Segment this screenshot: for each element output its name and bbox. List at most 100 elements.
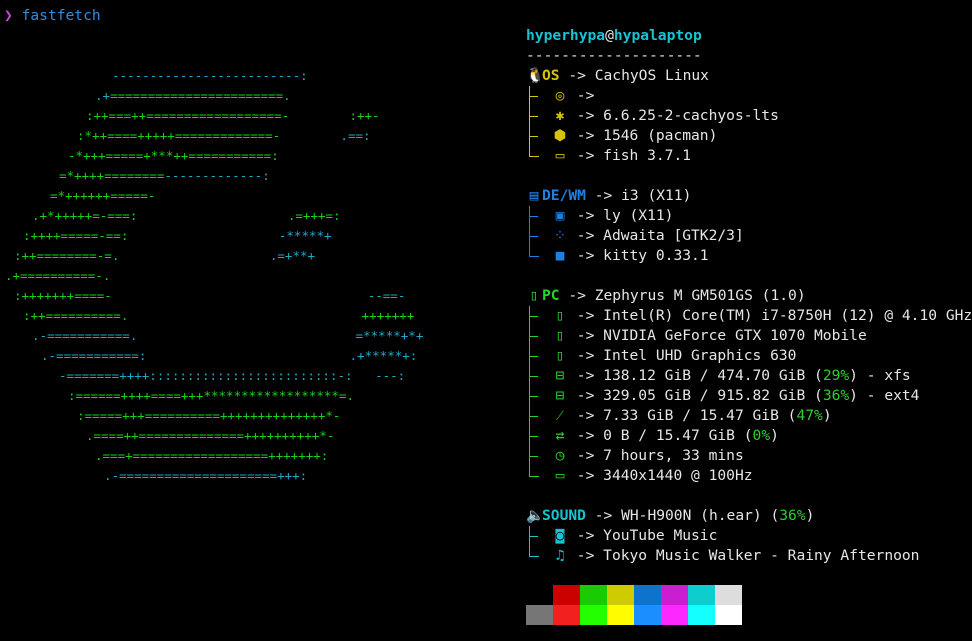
display-monitor-icon: ▭	[555, 467, 565, 484]
logo-fragment: =*++++========	[59, 168, 165, 183]
gpu-integrated-icon: ▯	[555, 347, 565, 364]
sound-item: ◙ -> YouTube Music	[526, 526, 972, 546]
package-box-icon: ⬢	[553, 127, 567, 144]
terminal-shell-icon: ▭	[555, 147, 565, 164]
logo-fragment: .=+++=:	[287, 208, 341, 223]
logo-row: -------------------------:	[112, 66, 308, 86]
pc-item: ⁄ -> 7.33 GiB / 15.47 GiB (47%)	[526, 406, 972, 426]
pc-item: ▯ -> Intel UHD Graphics 630	[526, 346, 972, 366]
login-manager-icon: ▣	[555, 207, 565, 224]
swap-icon: ⇄	[555, 427, 565, 444]
de-label: DE/WM	[542, 187, 586, 204]
logo-fragment	[128, 228, 279, 243]
logo-fragment	[137, 208, 288, 223]
logo-fragment: :+++++++====-	[14, 288, 112, 303]
logo-row: -*+++=====+***++===========:	[68, 146, 279, 166]
logo-row: .-=====================+++:	[104, 466, 307, 486]
logo-fragment: =======================	[110, 88, 284, 103]
logo-row: .====++==============++++++++++*-	[86, 426, 334, 446]
cachyos-logo-icon: ◎	[555, 87, 565, 104]
os-item: ◎ ->	[526, 86, 972, 106]
palette-row-bright	[526, 605, 742, 625]
os-label: OS	[542, 67, 560, 84]
sound-item-value: -> Tokyo Music Walker - Rainy Afternoon	[576, 547, 920, 564]
disk-2-icon: ⊟	[555, 387, 565, 404]
sound-percent: 36%	[779, 507, 806, 524]
logo-fragment: :=====+++==========++++++++++++++*-	[77, 408, 341, 423]
pc-header: ▯ PC -> Zephyrus M GM501GS (1.0)	[526, 286, 972, 306]
sound-header: 🔈SOUND -> WH-H900N (h.ear) (36%)	[526, 506, 972, 526]
logo-fragment	[146, 348, 349, 363]
logo-fragment: .-===========.	[32, 328, 138, 343]
pc-item: ▭ -> 3440x1440 @ 100Hz	[526, 466, 972, 486]
de-header: ▤ DE/WM -> i3 (X11)	[526, 186, 972, 206]
logo-row: -=======++++:::::::::::::::::::::::::-: …	[59, 366, 405, 386]
pc-item-value: -> Intel(R) Core(TM) i7-8750H (12) @ 4.1…	[576, 307, 972, 324]
logo-row: =*++++========-------------:	[59, 166, 270, 186]
sound-value: -> WH-H900N (h.ear) (	[594, 507, 780, 524]
de-item: ⁘ -> Adwaita [GTK2/3]	[526, 226, 972, 246]
user-host: hyperhypa@hypalaptop	[526, 26, 972, 46]
palette-swatch	[526, 585, 553, 605]
palette-swatch	[580, 605, 607, 625]
logo-fragment	[128, 308, 361, 323]
palette-swatch	[661, 585, 688, 605]
logo-row: .===+==================+++++++:	[95, 446, 328, 466]
pc-item-percent: 29%	[822, 367, 850, 384]
terminal-app-icon: ■	[555, 247, 565, 264]
at-sign: @	[605, 27, 614, 44]
pc-item-suffix: )	[770, 427, 779, 444]
pc-item: ⊟ -> 329.05 GiB / 915.82 GiB (36%) - ext…	[526, 386, 972, 406]
palette-swatch	[634, 605, 661, 625]
logo-fragment: .	[283, 88, 291, 103]
logo-fragment: :++-	[349, 108, 380, 123]
de-item-value: -> Adwaita [GTK2/3]	[576, 227, 744, 244]
sound-section: 🔈SOUND -> WH-H900N (h.ear) (36%) ◙ -> You…	[526, 506, 972, 566]
logo-fragment: :++==========.	[23, 308, 129, 323]
palette-swatch	[607, 585, 634, 605]
logo-fragment: -*****+	[278, 228, 332, 243]
hostname: hypalaptop	[613, 27, 702, 44]
palette-swatch	[634, 585, 661, 605]
de-item: ■ -> kitty 0.33.1	[526, 246, 972, 266]
pc-item-percent: 0%	[752, 427, 771, 444]
logo-fragment: .=+**+	[269, 248, 316, 263]
logo-row: :======++++====+++******************=.	[68, 386, 354, 406]
pc-item-value: -> 0 B / 15.47 GiB (	[576, 427, 753, 444]
pc-item-value: -> 3440x1440 @ 100Hz	[576, 467, 753, 484]
pc-item: ⇄ -> 0 B / 15.47 GiB (0%)	[526, 426, 972, 446]
logo-row: .+==========-.	[5, 266, 110, 286]
logo-fragment: --==-	[367, 288, 406, 303]
logo-fragment: .+==========-.	[5, 268, 111, 283]
sound-item: ♫ -> Tokyo Music Walker - Rainy Afternoo…	[526, 546, 972, 566]
logo-fragment	[119, 248, 270, 263]
palette-swatch	[580, 585, 607, 605]
logo-fragment: :++========-=.	[14, 248, 120, 263]
logo-fragment	[353, 368, 376, 383]
palette-row-normal	[526, 585, 742, 605]
disk-icon: ⊟	[555, 367, 565, 384]
sound-value-suffix: )	[805, 507, 815, 524]
prompt-arrow-icon: ❯	[4, 7, 13, 24]
logo-fragment: -------------:	[164, 168, 270, 183]
palette-swatch	[607, 605, 634, 625]
logo-fragment: .==:	[340, 128, 371, 143]
os-item-value: ->	[576, 87, 595, 104]
pc-item-percent: 47%	[796, 407, 823, 424]
palette-swatch	[526, 605, 553, 625]
window-icon: ▤	[529, 187, 539, 204]
logo-fragment: +++++++	[361, 308, 415, 323]
logo-row: =*++++++=====-	[50, 186, 155, 206]
os-item: ⬢ -> 1546 (pacman)	[526, 126, 972, 146]
pc-item: ▯ -> Intel(R) Core(TM) i7-8750H (12) @ 4…	[526, 306, 972, 326]
pc-item-suffix: ) - xfs	[849, 367, 911, 384]
pc-item-suffix: ) - ext4	[849, 387, 920, 404]
logo-row: .-===========. =*****+*+	[32, 326, 423, 346]
prompt-command: fastfetch	[21, 7, 101, 24]
pc-item: ⊟ -> 138.12 GiB / 474.70 GiB (29%) - xfs	[526, 366, 972, 386]
de-item: ▣ -> ly (X11)	[526, 206, 972, 226]
pc-item-value: -> 329.05 GiB / 915.82 GiB (	[576, 387, 823, 404]
pc-item-suffix: )	[822, 407, 832, 424]
logo-fragment: :++===++===	[86, 108, 169, 123]
logo-fragment: .-=====================+++:	[104, 468, 308, 483]
